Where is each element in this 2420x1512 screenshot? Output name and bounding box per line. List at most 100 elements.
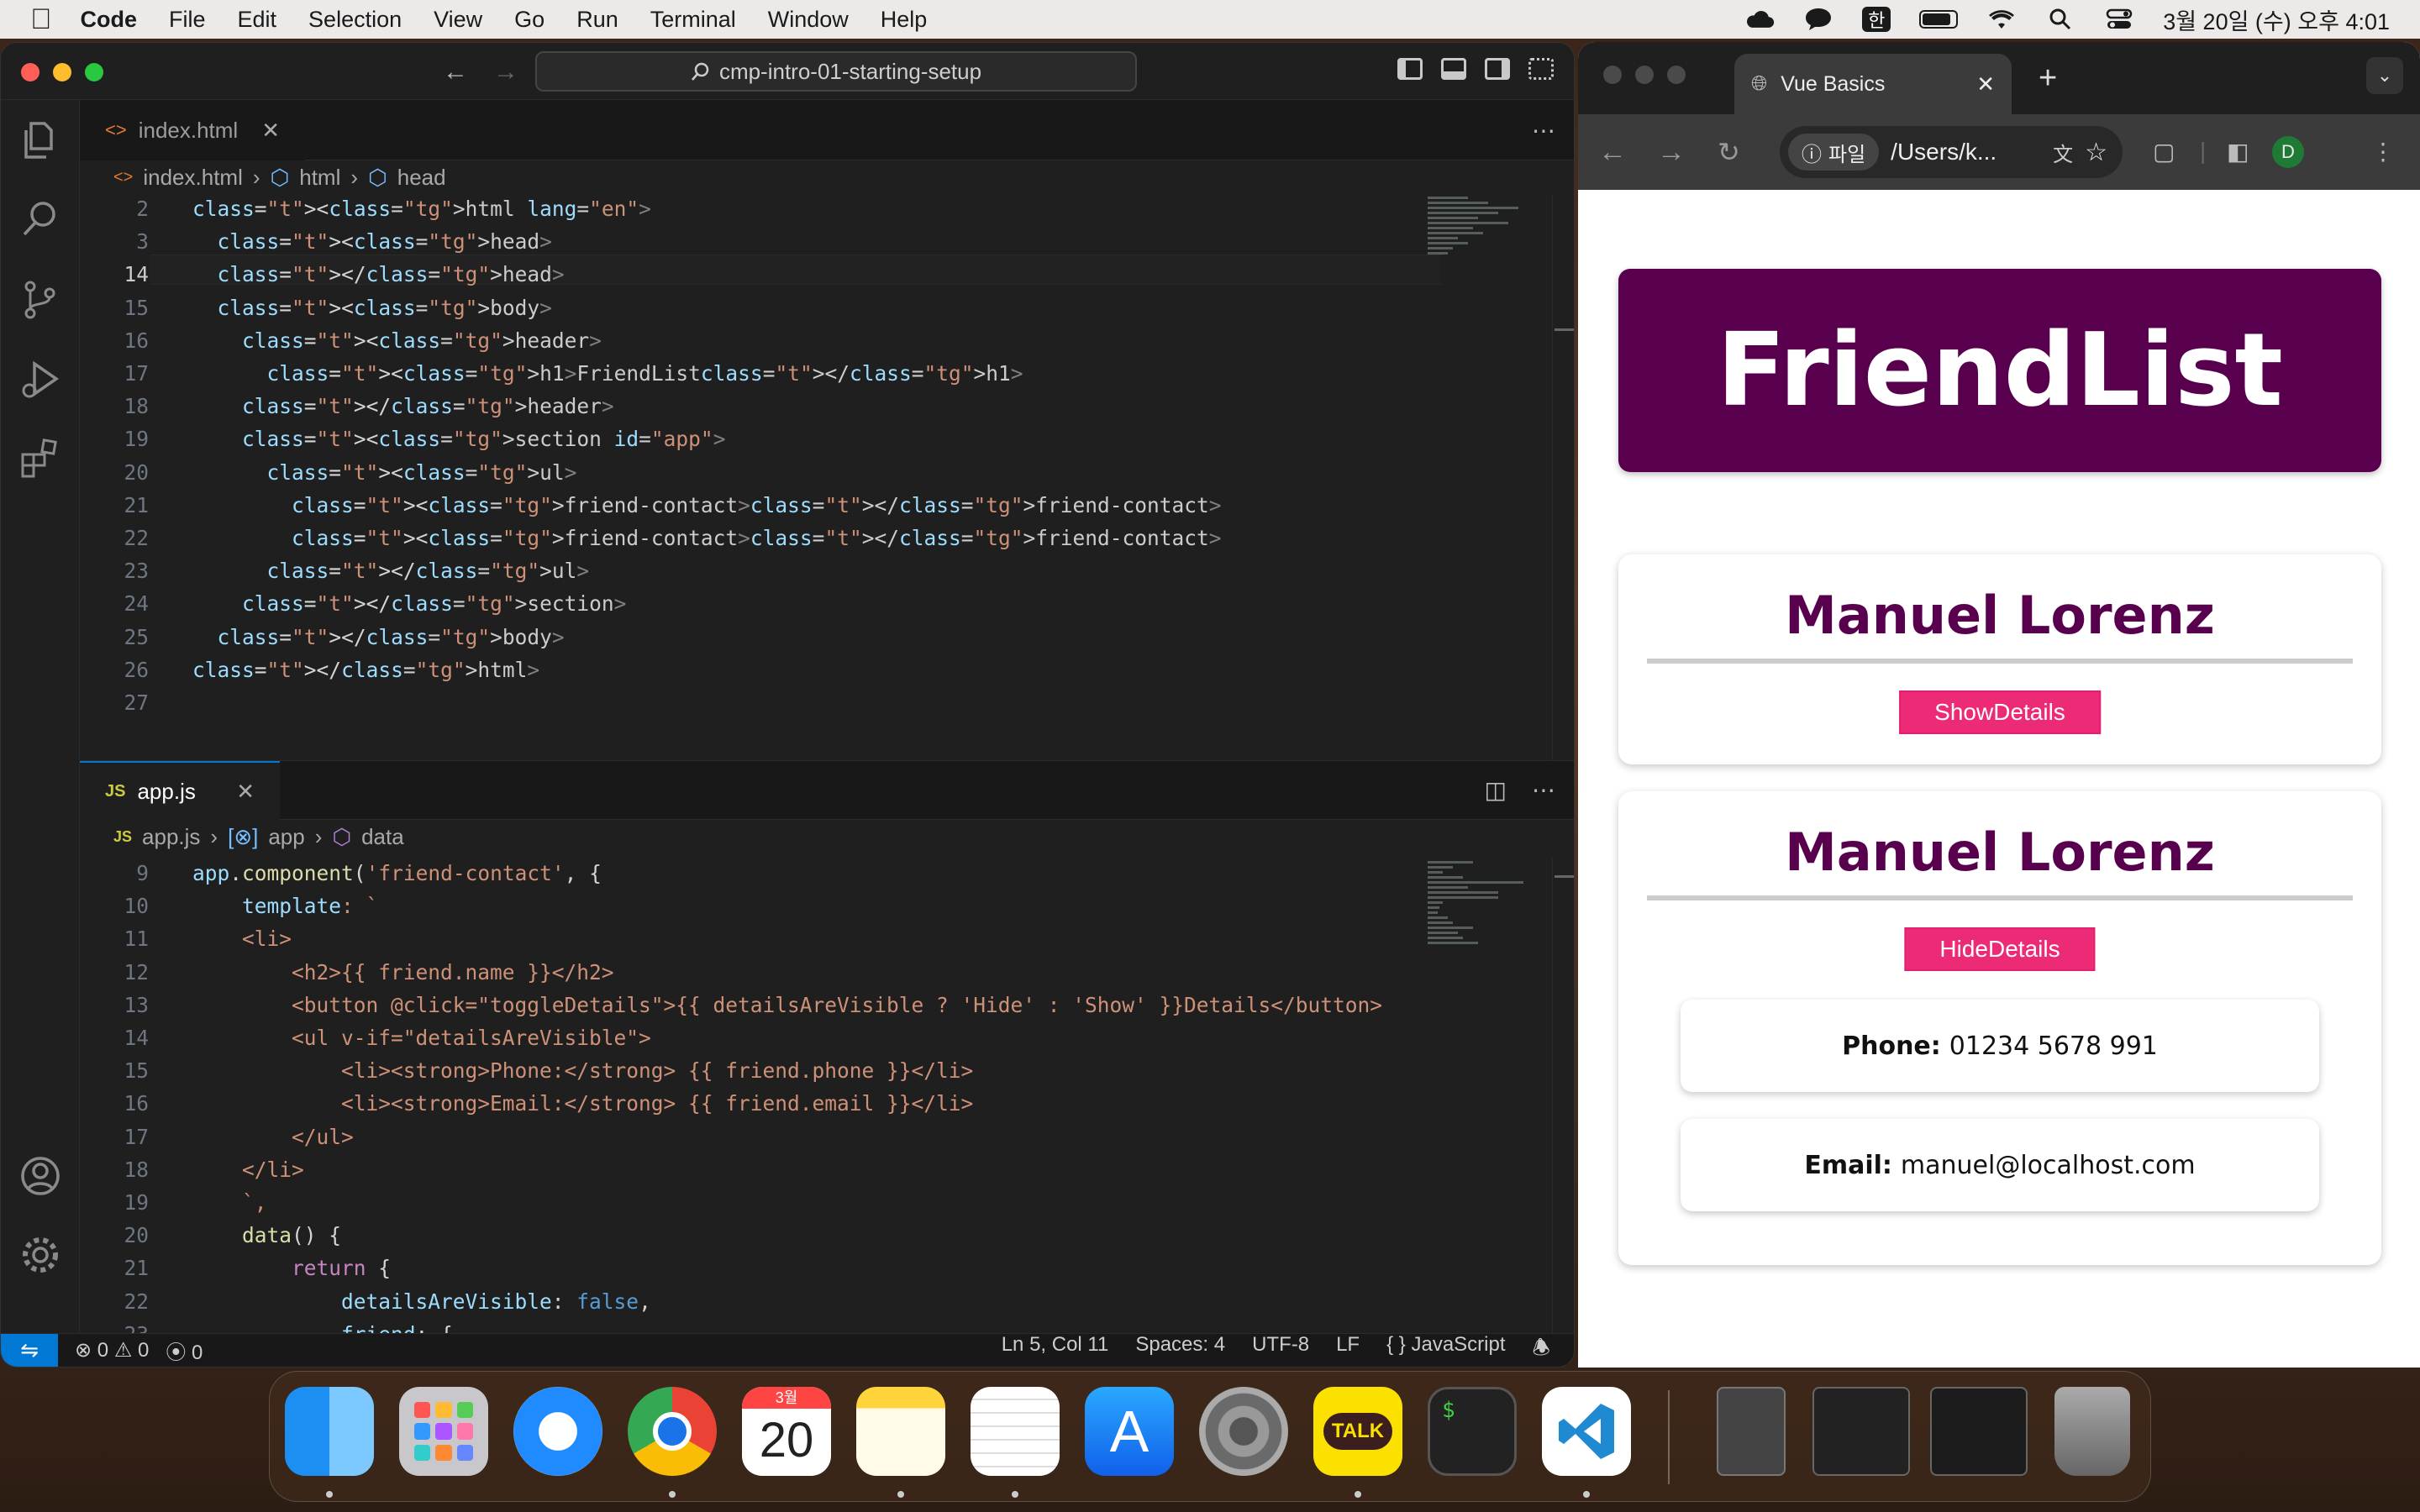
breadcrumb-item[interactable]: app	[268, 824, 304, 850]
new-tab-icon[interactable]: +	[2039, 60, 2057, 97]
account-icon[interactable]	[18, 1153, 63, 1199]
minimized-window-thumbnail[interactable]	[1812, 1387, 1910, 1476]
spotlight-search-icon[interactable]	[2045, 8, 2075, 31]
menu-window[interactable]: Window	[768, 7, 849, 33]
close-tab-icon[interactable]: ✕	[236, 779, 255, 805]
explorer-icon[interactable]	[18, 117, 63, 162]
menu-selection[interactable]: Selection	[308, 7, 402, 33]
extensions-icon[interactable]	[18, 436, 63, 481]
reload-icon[interactable]: ↻	[1718, 136, 1740, 168]
close-tab-icon[interactable]: ✕	[261, 118, 280, 144]
apple-menu-icon[interactable]: 	[30, 5, 52, 34]
minimized-window-thumbnail[interactable]	[1717, 1387, 1786, 1476]
tab-search-chevron-icon[interactable]: ⌄	[2366, 57, 2403, 94]
menu-run[interactable]: Run	[576, 7, 618, 33]
split-editor-icon[interactable]: ◫	[1485, 776, 1507, 804]
back-arrow-icon[interactable]: ←	[443, 58, 468, 87]
app-store-icon[interactable]: A	[1085, 1387, 1174, 1476]
cursor-position[interactable]: Ln 5, Col 11	[1002, 1333, 1109, 1367]
breadcrumb-item[interactable]: data	[361, 824, 404, 850]
bookmark-star-icon[interactable]: ☆	[2085, 138, 2107, 167]
menu-view[interactable]: View	[434, 7, 482, 33]
vscode-icon[interactable]	[1542, 1387, 1631, 1476]
kebab-menu-icon[interactable]: ⋮	[2371, 138, 2395, 165]
tab-app-js[interactable]: JS app.js ✕	[80, 761, 280, 820]
minimap[interactable]	[1428, 858, 1528, 993]
terminal-icon[interactable]: $	[1428, 1387, 1517, 1476]
customize-layout-icon[interactable]	[1528, 58, 1554, 80]
kakaotalk-icon[interactable]: TALK	[1313, 1387, 1402, 1476]
breadcrumb-item[interactable]: app.js	[142, 824, 200, 850]
close-window-button[interactable]	[1603, 66, 1622, 84]
toggle-secondary-sidebar-icon[interactable]	[1485, 58, 1510, 80]
search-icon[interactable]	[18, 196, 63, 241]
menu-file[interactable]: File	[169, 7, 206, 33]
zoom-window-button[interactable]	[85, 63, 103, 81]
breadcrumb-item[interactable]: head	[397, 165, 446, 191]
tab-index-html[interactable]: <> index.html ✕	[80, 100, 305, 160]
more-actions-icon[interactable]: ⋯	[1532, 117, 1555, 144]
manage-gear-icon[interactable]	[18, 1232, 63, 1278]
notes-icon[interactable]	[856, 1387, 945, 1476]
system-settings-icon[interactable]	[1199, 1387, 1288, 1476]
side-panel-icon[interactable]: ◧	[2227, 138, 2249, 165]
menu-help[interactable]: Help	[881, 7, 928, 33]
chrome-icon[interactable]	[628, 1387, 717, 1476]
input-method-indicator[interactable]: 한	[1862, 7, 1891, 32]
source-control-icon[interactable]	[18, 276, 63, 322]
back-arrow-icon[interactable]: ←	[1598, 136, 1627, 169]
translate-icon[interactable]: 文	[2053, 138, 2073, 167]
toggle-primary-sidebar-icon[interactable]	[1397, 58, 1423, 80]
code-area-app-js[interactable]: 9 app.component('friend-contact', {10 tem…	[80, 858, 1574, 1336]
launchpad-icon[interactable]	[399, 1387, 488, 1476]
calendar-icon[interactable]: 3월 20	[742, 1387, 831, 1476]
menu-go[interactable]: Go	[514, 7, 544, 33]
more-actions-icon[interactable]: ⋯	[1532, 776, 1555, 804]
cloud-icon[interactable]	[1744, 8, 1775, 31]
code-area-index-html[interactable]: 2 class="t"><class="tg">html lang="en"> 3 …	[80, 194, 1574, 715]
end-of-line[interactable]: LF	[1336, 1333, 1360, 1367]
breadcrumb-item[interactable]: html	[299, 165, 340, 191]
breadcrumb-item[interactable]: index.html	[143, 165, 243, 191]
control-center-icon[interactable]	[2104, 8, 2134, 31]
problems-indicator[interactable]: ⊗ 0 ⚠ 0	[75, 1338, 149, 1362]
trash-icon[interactable]	[2054, 1387, 2130, 1476]
site-info-chip[interactable]: ⓘ 파일	[1788, 134, 1880, 171]
zoom-window-button[interactable]	[1667, 66, 1686, 84]
menu-app-name[interactable]: Code	[81, 7, 138, 33]
battery-icon[interactable]	[1919, 10, 1959, 29]
vertical-scrollbar[interactable]	[1552, 194, 1574, 760]
wifi-icon[interactable]	[1986, 8, 2017, 31]
forward-arrow-icon[interactable]: →	[493, 58, 518, 87]
indentation[interactable]: Spaces: 4	[1135, 1333, 1225, 1367]
command-center-search[interactable]: cmp-intro-01-starting-setup	[535, 51, 1137, 92]
finder-icon[interactable]	[285, 1387, 374, 1476]
menu-edit[interactable]: Edit	[238, 7, 277, 33]
vertical-scrollbar[interactable]	[1552, 858, 1574, 1336]
forward-arrow-icon[interactable]: →	[1657, 136, 1686, 169]
remote-indicator-icon[interactable]: ⇋	[1, 1333, 58, 1367]
chat-bubble-icon[interactable]	[1803, 8, 1833, 31]
encoding[interactable]: UTF-8	[1252, 1333, 1309, 1367]
minimap[interactable]	[1428, 194, 1528, 286]
minimize-window-button[interactable]	[53, 63, 71, 81]
toggle-details-button[interactable]: HideDetails	[1904, 927, 2096, 971]
menubar-clock[interactable]: 3월 20일 (수) 오후 4:01	[2163, 3, 2390, 36]
profile-avatar[interactable]: D	[2272, 136, 2304, 168]
menu-terminal[interactable]: Terminal	[650, 7, 736, 33]
language-mode[interactable]: { } JavaScript	[1386, 1333, 1505, 1367]
close-tab-icon[interactable]: ✕	[1976, 71, 1995, 97]
safari-icon[interactable]	[513, 1387, 602, 1476]
browser-tab[interactable]: 🌐︎ Vue Basics ✕	[1734, 54, 2012, 114]
minimize-window-button[interactable]	[1635, 66, 1654, 84]
address-bar[interactable]: ⓘ 파일 /Users/k... 文 ☆	[1780, 126, 2123, 178]
notifications-bell-icon[interactable]: 🕭	[1533, 1333, 1550, 1367]
toggle-details-button[interactable]: ShowDetails	[1899, 690, 2101, 734]
minimized-window-thumbnail[interactable]	[1930, 1387, 2028, 1476]
extensions-puzzle-icon[interactable]: ▢	[2153, 138, 2175, 165]
ports-indicator[interactable]: ⦿ 0	[166, 1336, 203, 1365]
textedit-icon[interactable]	[971, 1387, 1060, 1476]
close-window-button[interactable]	[21, 63, 39, 81]
toggle-panel-icon[interactable]	[1441, 58, 1466, 80]
run-and-debug-icon[interactable]	[18, 357, 63, 402]
